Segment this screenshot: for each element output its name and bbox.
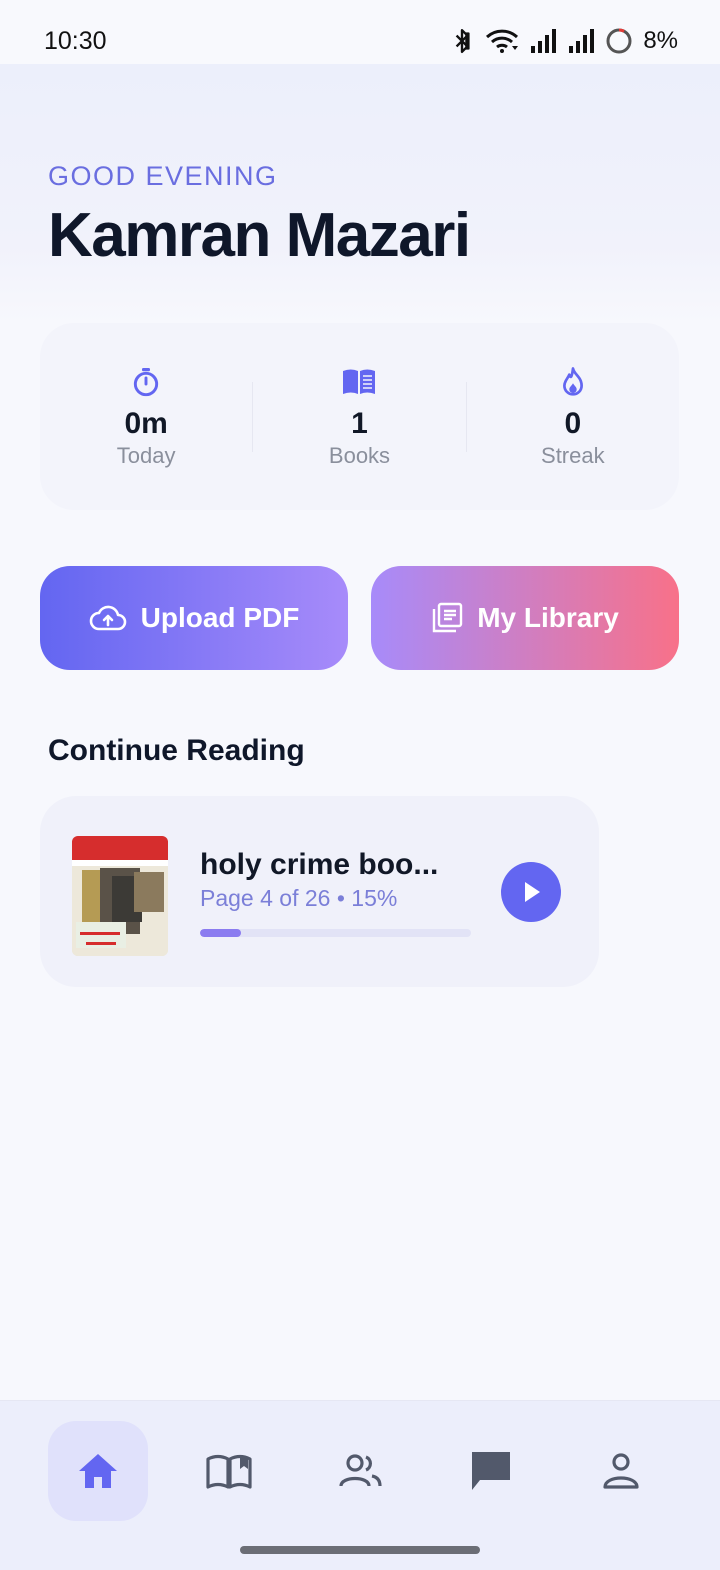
my-library-button[interactable]: My Library: [371, 566, 679, 670]
progress-bar: [200, 929, 471, 937]
book-cover-image: [72, 836, 168, 956]
hero-background: [0, 64, 720, 324]
stat-label: Today: [116, 442, 176, 468]
cloud-upload-icon: [89, 605, 126, 631]
signal-icon: [569, 29, 595, 53]
flame-icon: [562, 366, 583, 396]
chat-icon: [472, 1452, 510, 1490]
nav-chat[interactable]: [441, 1421, 541, 1521]
status-time: 10:30: [44, 26, 107, 55]
people-icon: [339, 1454, 382, 1487]
nav-community[interactable]: [310, 1421, 410, 1521]
home-indicator: [240, 1546, 480, 1554]
bluetooth-icon: [456, 28, 470, 54]
book-icon: [206, 1454, 252, 1489]
upload-pdf-label: Upload PDF: [140, 602, 300, 633]
book-title: holy crime boo...: [200, 848, 439, 881]
stopwatch-icon: [134, 367, 159, 396]
stat-label: Books: [328, 442, 391, 468]
status-bar: 10:30 8%: [0, 0, 720, 64]
my-library-label: My Library: [477, 602, 619, 633]
stat-value: 0m: [124, 406, 168, 440]
stat-today: 0m Today: [40, 364, 252, 470]
nav-home[interactable]: [48, 1421, 148, 1521]
battery-ring-icon: [606, 28, 632, 54]
stats-card: 0m Today 1 Books 0 Streak: [40, 323, 679, 510]
progress-fill: [200, 929, 241, 937]
upload-pdf-button[interactable]: Upload PDF: [40, 566, 348, 670]
home-icon: [79, 1454, 117, 1488]
stat-streak: 0 Streak: [467, 364, 679, 470]
library-icon: [432, 602, 463, 633]
status-icons: 8%: [449, 27, 678, 55]
nav-profile[interactable]: [571, 1421, 671, 1521]
play-icon: [525, 882, 540, 902]
continue-reading-title: Continue Reading: [48, 734, 305, 767]
stat-value: 0: [564, 406, 582, 440]
battery-level: 8%: [643, 27, 678, 54]
profile-icon: [603, 1453, 639, 1489]
user-name: Kamran Mazari: [48, 201, 471, 270]
continue-reading-card[interactable]: holy crime boo... Page 4 of 26 • 15%: [40, 796, 599, 987]
greeting: GOOD EVENING: [48, 161, 278, 191]
resume-play-button[interactable]: [501, 862, 561, 922]
bottom-navigation: [0, 1400, 720, 1570]
nav-library[interactable]: [179, 1421, 279, 1521]
book-progress-text: Page 4 of 26 • 15%: [200, 885, 398, 911]
wifi-icon: [486, 29, 519, 53]
stat-label: Streak: [541, 442, 605, 468]
stat-value: 1: [351, 406, 368, 440]
stat-books: 1 Books: [253, 364, 465, 470]
signal-icon: [531, 29, 557, 53]
open-book-icon: [343, 369, 376, 394]
